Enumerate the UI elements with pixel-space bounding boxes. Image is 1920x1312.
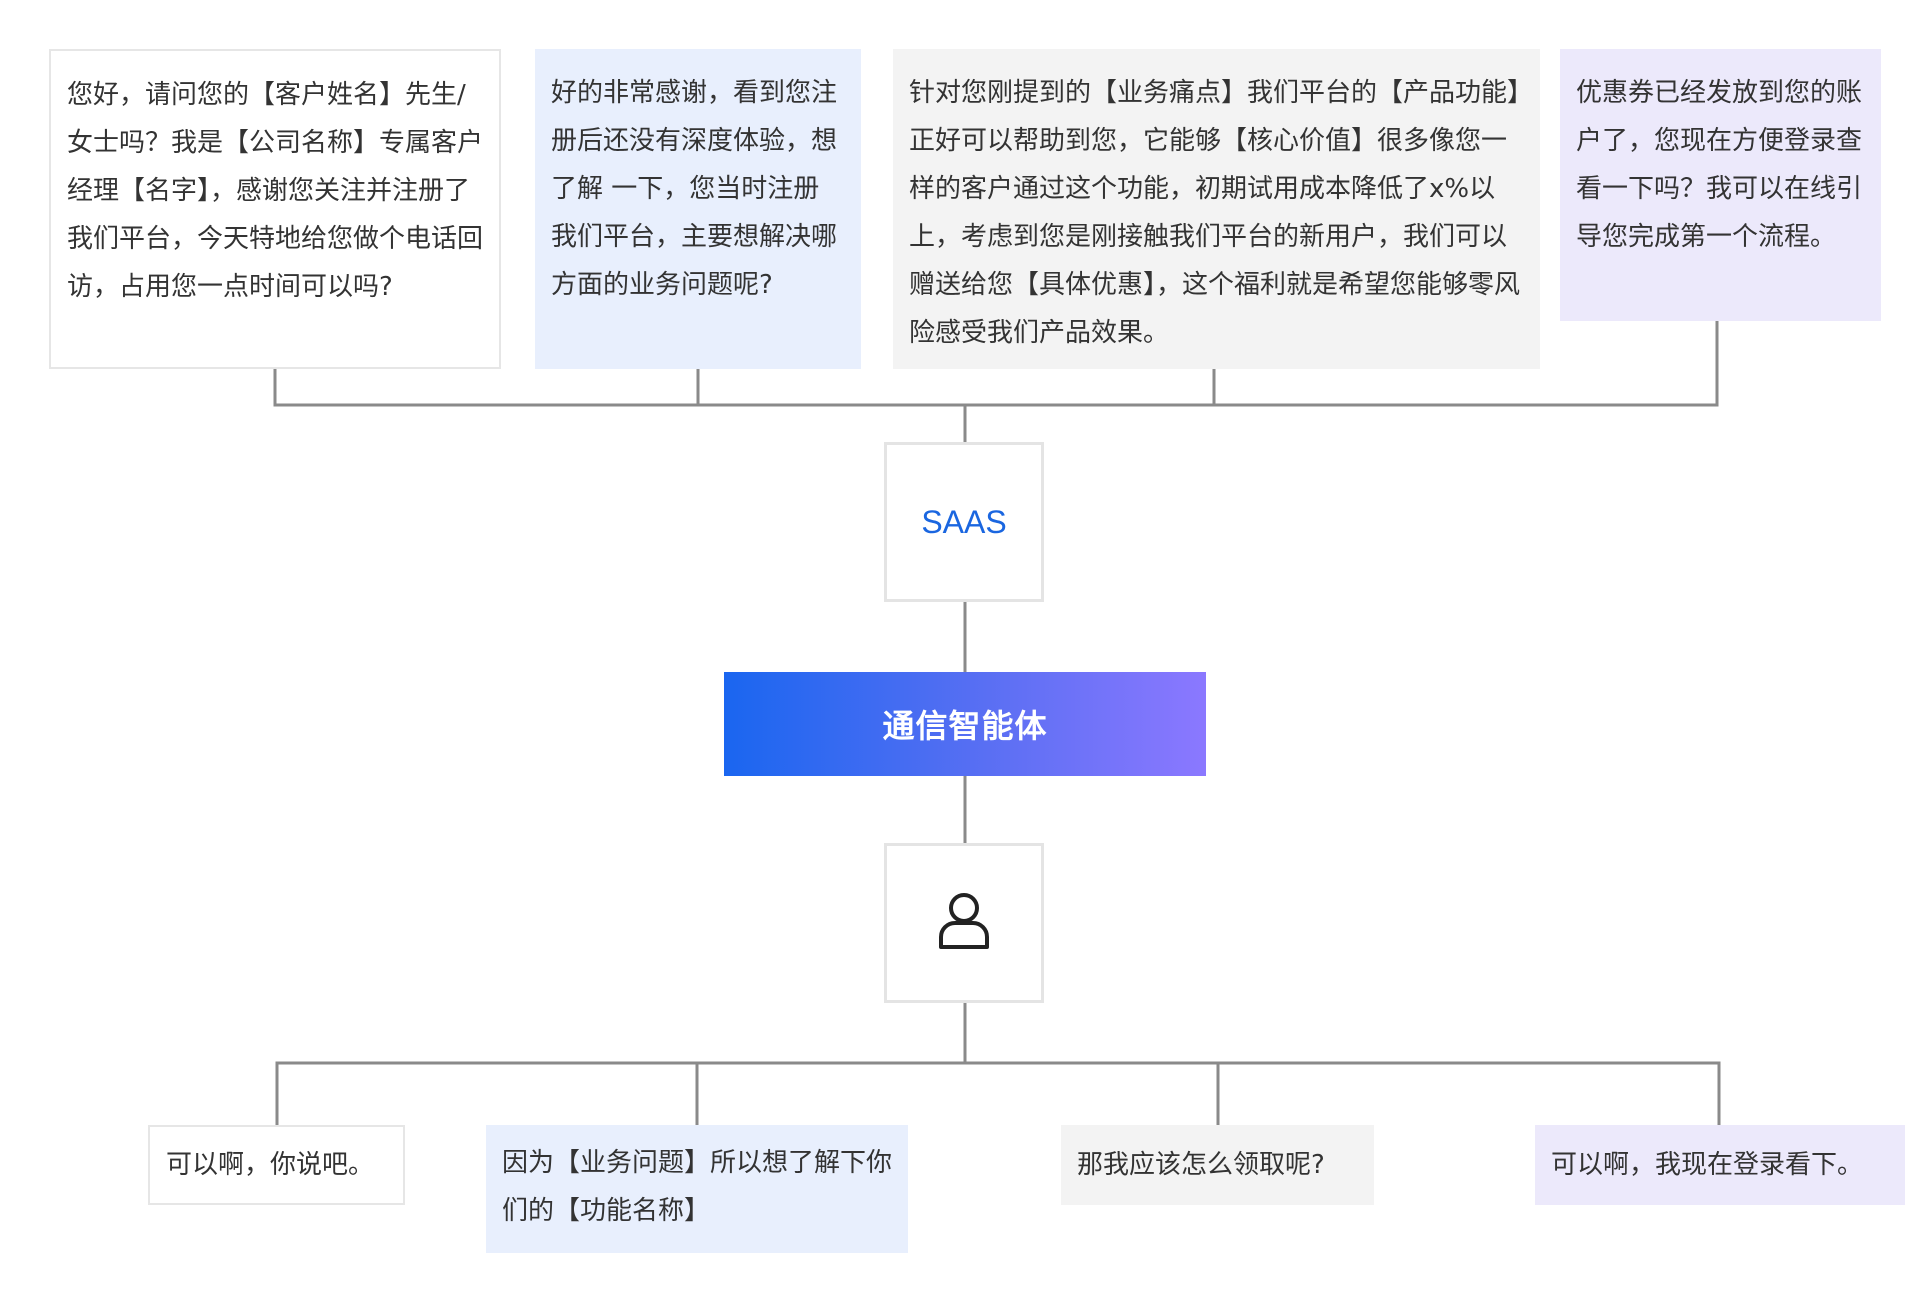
saas-label: SAAS	[921, 503, 1007, 540]
agent-message-greeting: 您好，请问您的【客户姓名】先生/女士吗？我是【公司名称】专属客户经理【名字】，感…	[49, 49, 501, 369]
user-reply-how-to-claim: 那我应该怎么领取呢?	[1061, 1125, 1374, 1205]
bottom-connector-bus	[275, 1061, 1721, 1125]
saas-node: SAAS	[884, 442, 1044, 602]
agent-message-inquiry: 好的非常感谢，看到您注册后还没有深度体验，想了解 一下，您当时注册我们平台，主要…	[535, 49, 861, 369]
user-icon	[936, 891, 992, 955]
user-reply-agree: 可以啊，你说吧。	[148, 1125, 405, 1205]
communication-agent-label: 通信智能体	[882, 707, 1048, 745]
user-reply-will-login: 可以啊，我现在登录看下。	[1535, 1125, 1905, 1205]
user-reply-business-need: 因为【业务问题】所以想了解下你们的【功能名称】	[486, 1125, 908, 1253]
diagram-canvas: 您好，请问您的【客户姓名】先生/女士吗？我是【公司名称】专属客户经理【名字】，感…	[0, 0, 1920, 1312]
agent-message-offer: 针对您刚提到的【业务痛点】我们平台的【产品功能】正好可以帮助到您，它能够【核心价…	[893, 49, 1540, 369]
communication-agent-node: 通信智能体	[724, 672, 1206, 776]
agent-message-coupon: 优惠券已经发放到您的账户了，您现在方便登录查看一下吗？我可以在线引导您完成第一个…	[1560, 49, 1881, 321]
user-node	[884, 843, 1044, 1003]
